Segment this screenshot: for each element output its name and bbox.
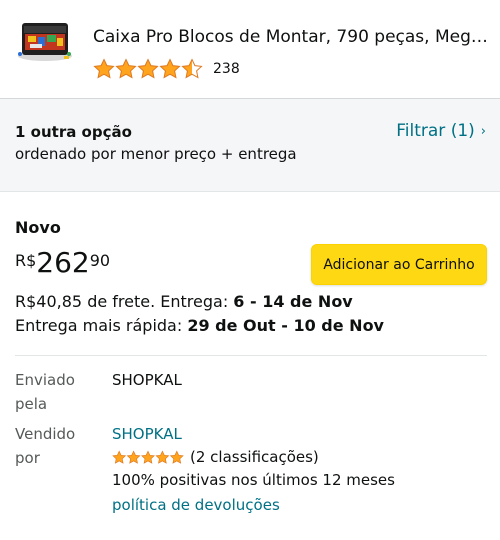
filter-label: Filtrar (1) xyxy=(396,121,475,141)
returns-policy-link[interactable]: política de devoluções xyxy=(112,496,280,514)
filter-button[interactable]: Filtrar (1) › xyxy=(396,121,486,141)
seller-positive-feedback: 100% positivas nos últimos 12 meses xyxy=(112,471,395,489)
product-header[interactable]: Caixa Pro Blocos de Montar, 790 peças, M… xyxy=(0,0,500,98)
sold-by-label: Vendido por xyxy=(15,422,85,470)
star-rating-icon xyxy=(94,59,202,78)
seller-rating[interactable]: (2 classificações) xyxy=(112,448,319,466)
chevron-right-icon: › xyxy=(480,123,486,139)
fastest-dates: 29 de Out - 10 de Nov xyxy=(187,316,384,335)
seller-rating-count: (2 classificações) xyxy=(190,448,319,466)
fastest-prefix: Entrega mais rápida: xyxy=(15,316,188,335)
fastest-delivery-info: Entrega mais rápida: 29 de Out - 10 de N… xyxy=(15,316,384,335)
offer-condition: Novo xyxy=(15,218,61,237)
shipped-by-label: Enviado pela xyxy=(15,368,85,416)
other-options-count: 1 outra opção xyxy=(15,123,132,141)
shipping-prefix: R$40,85 de frete. Entrega: xyxy=(15,292,234,311)
shipping-dates: 6 - 14 de Nov xyxy=(233,292,353,311)
sold-by-label-text: Vendido por xyxy=(15,425,76,467)
price-currency: R$ xyxy=(15,251,37,270)
product-thumbnail[interactable] xyxy=(16,20,74,62)
shipped-by-label-text: Enviado pela xyxy=(15,371,75,413)
rating-count[interactable]: 238 xyxy=(213,61,240,77)
offer-price: R$ 262 90 xyxy=(15,248,110,278)
price-whole: 262 xyxy=(36,246,90,279)
product-title[interactable]: Caixa Pro Blocos de Montar, 790 peças, M… xyxy=(93,27,488,47)
add-to-cart-button[interactable]: Adicionar ao Carrinho xyxy=(311,244,487,285)
filter-bar: 1 outra opção ordenado por menor preço +… xyxy=(0,98,500,192)
divider xyxy=(15,355,487,356)
star-rating-icon xyxy=(112,450,184,463)
offer-card: Novo R$ 262 90 Adicionar ao Carrinho R$4… xyxy=(0,192,500,540)
price-fraction: 90 xyxy=(89,251,111,270)
seller-link[interactable]: SHOPKAL xyxy=(112,422,182,446)
product-rating[interactable]: 238 xyxy=(93,57,240,81)
shipped-by-value: SHOPKAL xyxy=(112,371,182,389)
sort-description: ordenado por menor preço + entrega xyxy=(15,145,297,163)
shipping-info: R$40,85 de frete. Entrega: 6 - 14 de Nov xyxy=(15,292,353,311)
